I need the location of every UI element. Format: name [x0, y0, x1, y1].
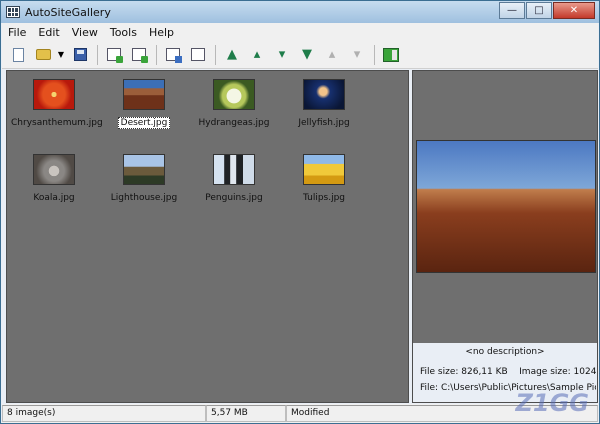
thumbnail-item[interactable]: Jellyfish.jpg — [279, 79, 369, 129]
status-image-count: 8 image(s) — [2, 405, 206, 422]
thumbnail-label: Chrysanthemum.jpg — [11, 118, 103, 128]
preview-pane: <no description> File size: 826,11 KB Im… — [412, 70, 600, 403]
thumbnail-image[interactable] — [123, 154, 165, 185]
thumbnail-item[interactable]: Koala.jpg — [9, 154, 99, 204]
maximize-button[interactable]: □ — [526, 2, 552, 19]
preview-image — [416, 140, 596, 273]
thumbnail-label: Penguins.jpg — [205, 193, 263, 203]
title-bar[interactable]: AutoSiteGallery — □ ✕ — [1, 1, 599, 23]
thumbnail-item[interactable]: Tulips.jpg — [279, 154, 369, 204]
menu-edit[interactable]: Edit — [32, 26, 65, 39]
exit-icon[interactable] — [380, 44, 402, 66]
edit-description-icon[interactable] — [187, 44, 209, 66]
toolbar-separator — [215, 44, 216, 65]
move-down-icon[interactable]: ▾ — [271, 44, 293, 66]
thumbnail-item[interactable]: Chrysanthemum.jpg — [9, 79, 103, 129]
save-icon[interactable] — [69, 44, 91, 66]
thumbnail-image[interactable] — [33, 154, 75, 185]
thumbnail-label: Desert.jpg — [117, 117, 171, 129]
menu-tools[interactable]: Tools — [104, 26, 143, 39]
thumbnail-image[interactable] — [303, 79, 345, 110]
close-button[interactable]: ✕ — [553, 2, 595, 19]
thumbnail-item[interactable]: Penguins.jpg — [189, 154, 279, 204]
thumbnail-item[interactable]: Desert.jpg — [99, 79, 189, 129]
dropdown-arrow-icon[interactable]: ▼ — [57, 44, 65, 66]
window-controls: — □ ✕ — [498, 2, 595, 19]
move-last-disabled-icon: ▾ — [353, 47, 361, 62]
move-first-disabled-icon: ▴ — [328, 47, 336, 62]
image-properties-icon[interactable] — [162, 44, 184, 66]
thumbnail-item[interactable]: Lighthouse.jpg — [99, 154, 189, 204]
menu-bar: File Edit View Tools Help — [2, 23, 598, 41]
toolbar-separator — [97, 44, 98, 65]
move-bottom-icon[interactable]: ▼ — [296, 44, 318, 66]
thumbnail-label: Lighthouse.jpg — [110, 193, 178, 203]
thumbnail-image[interactable] — [213, 79, 255, 110]
toolbar: ▼ ▲ ▴ ▾ ▼ ▴ ▾ — [2, 41, 598, 69]
open-folder-icon[interactable] — [32, 44, 54, 66]
app-grid-icon — [6, 6, 20, 18]
minimize-button[interactable]: — — [499, 2, 525, 19]
thumbnail-label: Jellyfish.jpg — [298, 118, 350, 128]
thumbnail-item[interactable]: Hydrangeas.jpg — [189, 79, 279, 129]
thumbnail-image[interactable] — [303, 154, 345, 185]
add-images-icon[interactable] — [103, 44, 125, 66]
thumbnail-grid[interactable]: Chrysanthemum.jpg Desert.jpg Hydrangeas.… — [6, 70, 409, 403]
menu-file[interactable]: File — [2, 26, 32, 39]
window-title: AutoSiteGallery — [25, 5, 111, 19]
thumbnail-label: Tulips.jpg — [302, 193, 346, 203]
move-top-icon[interactable]: ▲ — [221, 44, 243, 66]
toolbar-separator — [374, 44, 375, 65]
thumbnail-label: Koala.jpg — [33, 193, 75, 203]
add-folder-icon[interactable] — [128, 44, 150, 66]
app-window: AutoSiteGallery — □ ✕ File Edit View Too… — [0, 0, 600, 424]
watermark-logo: Z1GG — [515, 389, 590, 417]
menu-help[interactable]: Help — [143, 26, 180, 39]
thumbnail-image[interactable] — [213, 154, 255, 185]
toolbar-separator — [156, 44, 157, 65]
image-size-text: Image size: 1024 x 768 — [519, 367, 600, 377]
status-bar: 8 image(s) 5,57 MB Modified — [2, 404, 598, 423]
thumbnail-image[interactable] — [33, 79, 75, 110]
move-up-icon[interactable]: ▴ — [246, 44, 268, 66]
image-description: <no description> — [465, 347, 545, 357]
file-size-text: File size: 826,11 KB — [420, 367, 508, 377]
file-info-line: File size: 826,11 KB Image size: 1024 x … — [420, 367, 600, 377]
menu-view[interactable]: View — [66, 26, 104, 39]
preview-viewport — [413, 71, 597, 343]
thumbnail-image[interactable] — [123, 79, 165, 110]
status-total-size: 5,57 MB — [206, 405, 286, 422]
new-file-icon[interactable] — [7, 44, 29, 66]
thumbnail-label: Hydrangeas.jpg — [198, 118, 270, 128]
